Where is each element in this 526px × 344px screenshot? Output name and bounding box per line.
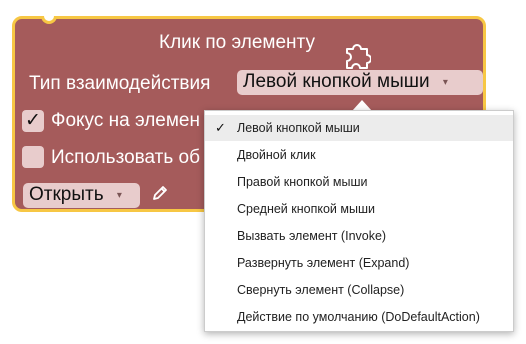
menu-item-double-click[interactable]: Двойной клик [205,142,513,168]
open-dropdown[interactable]: Открыть ▾ [23,183,140,208]
menu-item-label: Развернуть элемент (Expand) [237,256,410,270]
menu-item-collapse[interactable]: Свернуть элемент (Collapse) [205,277,513,303]
menu-item-default-action[interactable]: Действие по умолчанию (DoDefaultAction) [205,304,513,330]
menu-item-label: Действие по умолчанию (DoDefaultAction) [237,310,480,324]
menu-item-label: Двойной клик [237,148,316,162]
use-label: Использовать об [51,147,201,168]
menu-item-invoke[interactable]: Вызвать элемент (Invoke) [205,223,513,249]
menu-item-label: Средней кнопкой мыши [237,202,375,216]
block-connector-notch [41,16,57,24]
menu-item-label: Левой кнопкой мыши [237,121,360,135]
menu-item-expand[interactable]: Развернуть элемент (Expand) [205,250,513,276]
block-title: Клик по элементу [159,32,315,53]
open-dropdown-value: Открыть [29,184,104,205]
chevron-down-icon: ▾ [442,77,448,88]
menu-item-left-click[interactable]: ✓ Левой кнопкой мыши [205,115,513,141]
puzzle-icon[interactable] [343,41,371,71]
use-checkbox[interactable] [22,146,44,168]
focus-checkbox[interactable]: ✓ [22,110,44,132]
interaction-type-menu: ✓ Левой кнопкой мыши Двойной клик Правой… [204,110,514,332]
checkmark-icon: ✓ [25,110,41,131]
interaction-type-value: Левой кнопкой мыши [243,71,430,92]
checkmark-icon: ✓ [215,120,226,135]
interaction-type-dropdown[interactable]: Левой кнопкой мыши ▾ [237,70,483,95]
interaction-type-label: Тип взаимодействия [29,73,211,94]
menu-item-middle-click[interactable]: Средней кнопкой мыши [205,196,513,222]
menu-item-label: Правой кнопкой мыши [237,175,368,189]
menu-item-right-click[interactable]: Правой кнопкой мыши [205,169,513,195]
menu-item-label: Вызвать элемент (Invoke) [237,229,387,243]
focus-label: Фокус на элемен [51,110,200,131]
menu-item-label: Свернуть элемент (Collapse) [237,283,405,297]
chevron-down-icon: ▾ [116,190,122,201]
pencil-icon[interactable] [151,184,169,202]
